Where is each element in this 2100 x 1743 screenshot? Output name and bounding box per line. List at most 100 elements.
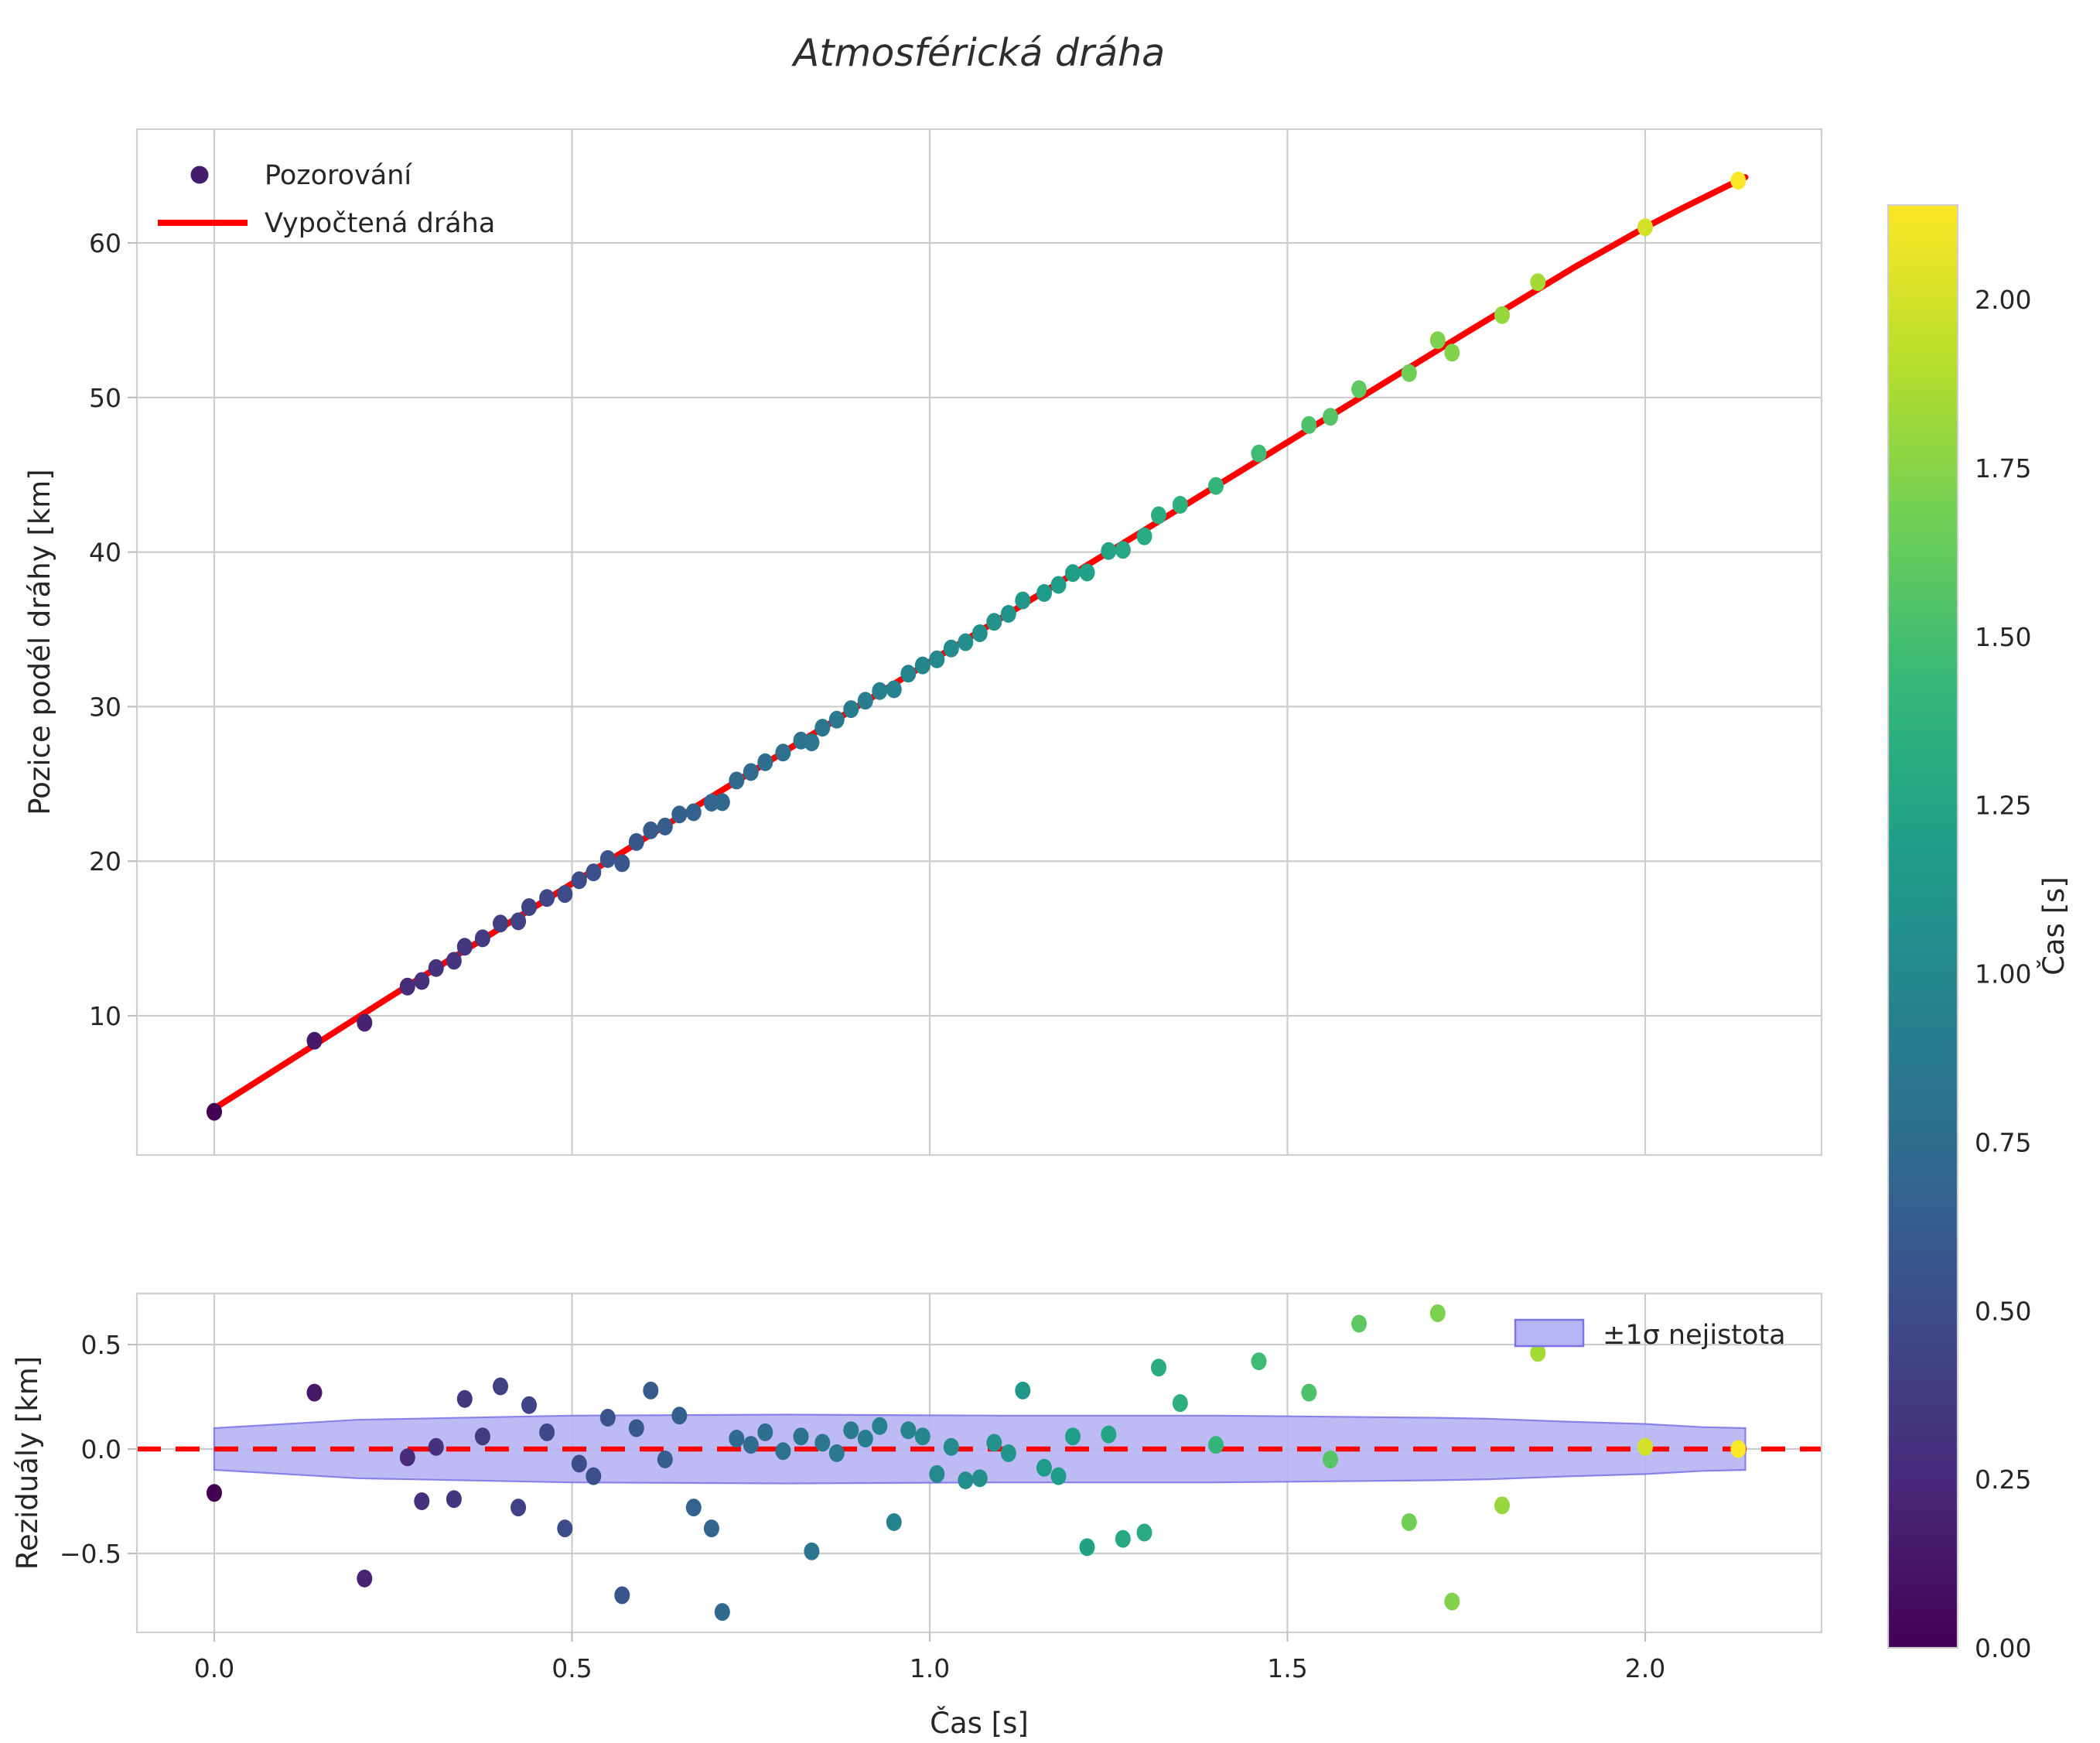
residual-point: [1050, 1467, 1067, 1485]
observation-point: [1323, 408, 1338, 426]
fit-line: [211, 174, 1749, 1112]
residual-point: [557, 1519, 573, 1538]
top-y-tick-label: 50: [89, 383, 121, 413]
residual-point: [643, 1381, 659, 1400]
residual-point: [828, 1444, 845, 1462]
figure-title: Atmosférická dráha: [791, 31, 1165, 75]
residual-point: [474, 1427, 490, 1446]
residual-point: [1637, 1437, 1653, 1456]
observation-point: [614, 854, 630, 873]
observation-point: [207, 1102, 222, 1121]
residual-point: [1730, 1440, 1747, 1458]
observation-point: [743, 763, 759, 781]
residual-point: [1323, 1451, 1338, 1468]
observation-point: [414, 972, 430, 990]
residual-point: [857, 1430, 873, 1447]
observation-point: [399, 977, 415, 996]
observation-point: [446, 952, 462, 970]
residual-point: [446, 1490, 462, 1509]
observation-point: [814, 719, 831, 737]
residual-point: [571, 1454, 587, 1473]
observation-point: [1351, 380, 1367, 398]
residual-y-tick-label: 0.5: [81, 1330, 121, 1360]
residual-point: [1208, 1436, 1224, 1454]
observation-point: [1530, 273, 1546, 292]
observation-point: [1151, 506, 1166, 525]
residual-y-tick-label: −0.5: [60, 1539, 121, 1569]
x-axis-label: Čas [s]: [930, 1706, 1029, 1740]
residual-point: [685, 1499, 702, 1517]
residual-point: [414, 1492, 430, 1510]
observation-point: [1208, 477, 1224, 495]
colorbar-label: Čas [s]: [2037, 877, 2071, 976]
observation-point: [1172, 496, 1188, 514]
observation-point: [357, 1013, 373, 1032]
observation-point: [1079, 563, 1095, 582]
residual-point: [399, 1448, 415, 1467]
observation-point: [843, 700, 859, 719]
observation-point: [1637, 218, 1653, 237]
colorbar-tick-label: 0.75: [1975, 1127, 2031, 1157]
observation-point: [306, 1031, 323, 1050]
residual-point: [1151, 1359, 1166, 1377]
top-plot-frame: [135, 128, 1823, 1157]
residual-point: [714, 1603, 730, 1622]
residual-point: [1301, 1383, 1317, 1402]
x-tick-label: 1.5: [1267, 1653, 1307, 1683]
observation-point: [1136, 527, 1152, 545]
residual-point: [793, 1427, 809, 1446]
residual-point: [743, 1436, 759, 1454]
observation-point: [1444, 343, 1460, 362]
residual-point: [599, 1409, 616, 1427]
top-y-tick-label: 30: [89, 692, 121, 722]
observation-point: [729, 771, 745, 790]
residual-point: [1065, 1427, 1081, 1446]
residual-point: [1036, 1458, 1052, 1477]
observation-point: [1301, 415, 1317, 434]
observation-point: [914, 656, 930, 675]
x-tick-label: 1.0: [910, 1653, 950, 1683]
observation-point: [1115, 541, 1131, 559]
residual-point: [1351, 1314, 1367, 1333]
residual-point: [886, 1513, 902, 1531]
residual-point: [1401, 1513, 1417, 1531]
residual-plot-legend: ±1σ nejistota: [1514, 1318, 1786, 1351]
observation-point: [1050, 576, 1067, 594]
observation-point: [971, 624, 988, 642]
observation-point: [643, 821, 659, 839]
top-y-axis-label: Pozice podél dráhy [km]: [23, 469, 56, 815]
observation-point: [599, 849, 616, 868]
colorbar: 0.00 0.25 0.50 0.75 1.00 1.25 1.50 1.75 2.00: [1887, 203, 2031, 1663]
observation-point: [1036, 584, 1052, 602]
observation-point: [900, 665, 917, 683]
observation-point: [1065, 564, 1081, 583]
observation-point: [804, 733, 820, 752]
observation-point: [857, 692, 873, 710]
residual-point: [943, 1437, 959, 1456]
residual-point: [1000, 1444, 1016, 1462]
colorbar-tick-label: 1.50: [1975, 622, 2031, 652]
legend-band-swatch: [1514, 1318, 1585, 1348]
observation-point: [1730, 172, 1747, 190]
top-y-tick-label: 60: [89, 228, 121, 258]
colorbar-tick-label: 2.00: [1975, 285, 2031, 315]
observation-point: [539, 889, 555, 907]
observation-point: [428, 959, 444, 977]
residual-y-axis-label: Reziduály [km]: [11, 1356, 44, 1570]
legend-observations-marker: [190, 166, 209, 184]
residual-point: [775, 1442, 791, 1461]
residual-point: [843, 1421, 859, 1440]
residual-point: [1172, 1394, 1188, 1413]
residual-point: [539, 1423, 555, 1441]
colorbar-tick-label: 1.25: [1975, 791, 2031, 821]
colorbar-tick-label: 0.50: [1975, 1296, 2031, 1326]
colorbar-tick-label: 0.25: [1975, 1464, 2031, 1495]
residual-point: [357, 1569, 373, 1587]
figure: 10 20 30 40 50 60 0.5 0.0 −0.5 0.0 0.5 1.0 1.5 2.0 0.…: [0, 0, 2100, 1743]
residual-point: [1136, 1523, 1152, 1542]
observation-point: [828, 710, 845, 729]
residual-point: [872, 1417, 888, 1435]
observation-point: [1251, 444, 1267, 463]
top-y-tick-label: 40: [89, 538, 121, 568]
residual-point: [428, 1437, 444, 1456]
